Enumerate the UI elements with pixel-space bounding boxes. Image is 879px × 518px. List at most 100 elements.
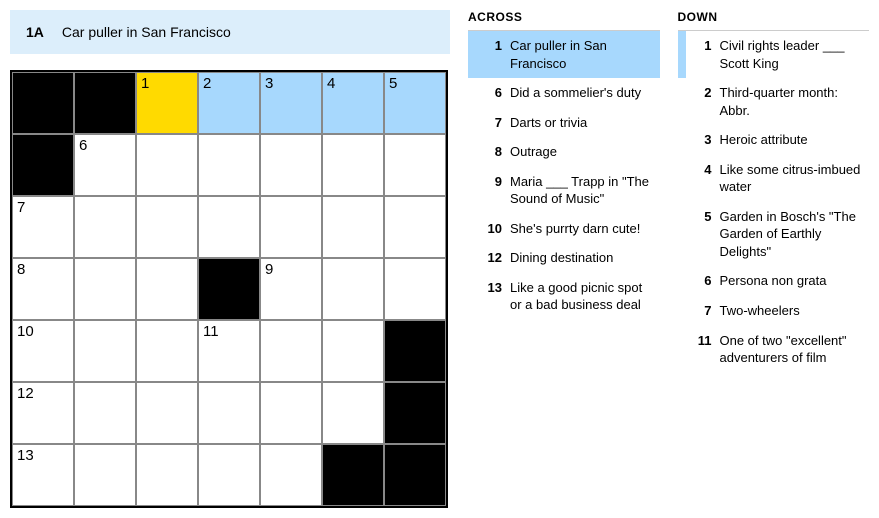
cell-number: 13 [17, 447, 34, 464]
grid-cell[interactable] [136, 382, 198, 444]
cell-number: 1 [141, 75, 149, 92]
grid-cell[interactable]: 10 [12, 320, 74, 382]
grid-cell[interactable] [384, 258, 446, 320]
clue-text: Like a good picnic spot or a bad busines… [510, 279, 652, 314]
grid-cell[interactable]: 12 [12, 382, 74, 444]
grid-cell[interactable] [198, 196, 260, 258]
grid-cell[interactable] [260, 134, 322, 196]
across-heading: ACROSS [468, 10, 660, 24]
grid-cell[interactable] [198, 382, 260, 444]
clue-number: 7 [480, 114, 502, 132]
clue-text: One of two "excellent" adventurers of fi… [720, 332, 862, 367]
grid-cell[interactable]: 7 [12, 196, 74, 258]
grid-cell[interactable]: 1 [136, 72, 198, 134]
crossword-grid: 12345678910111213 [12, 72, 446, 506]
clue-text: Garden in Bosch's "The Garden of Earthly… [720, 208, 862, 261]
grid-cell-block [384, 382, 446, 444]
grid-cell-block [12, 72, 74, 134]
grid-cell[interactable] [322, 134, 384, 196]
grid-cell[interactable] [260, 444, 322, 506]
cell-number: 4 [327, 75, 335, 92]
grid-cell[interactable] [136, 196, 198, 258]
clue-number: 5 [690, 208, 712, 261]
across-clue-list[interactable]: 1Car puller in San Francisco6Did a somme… [468, 30, 660, 466]
down-clue-4[interactable]: 4Like some citrus-imbued water [678, 155, 870, 202]
grid-cell[interactable] [136, 258, 198, 320]
grid-cell[interactable] [74, 258, 136, 320]
grid-cell[interactable]: 3 [260, 72, 322, 134]
clue-number: 7 [690, 302, 712, 320]
grid-cell[interactable] [198, 444, 260, 506]
cell-number: 2 [203, 75, 211, 92]
down-clue-1[interactable]: 1Civil rights leader ___ Scott King [678, 31, 870, 78]
clue-number: 11 [690, 332, 712, 367]
grid-cell[interactable] [74, 382, 136, 444]
clue-number: 8 [480, 143, 502, 161]
grid-cell[interactable]: 2 [198, 72, 260, 134]
clue-number: 1 [480, 37, 502, 72]
down-clue-5[interactable]: 5Garden in Bosch's "The Garden of Earthl… [678, 202, 870, 267]
cell-number: 5 [389, 75, 397, 92]
down-clue-3[interactable]: 3Heroic attribute [678, 125, 870, 155]
across-clue-12[interactable]: 12Dining destination [468, 243, 660, 273]
grid-cell[interactable] [136, 320, 198, 382]
grid-cell[interactable] [74, 320, 136, 382]
grid-cell[interactable] [260, 320, 322, 382]
grid-cell[interactable]: 5 [384, 72, 446, 134]
grid-cell[interactable]: 11 [198, 320, 260, 382]
down-column: DOWN 1Civil rights leader ___ Scott King… [678, 10, 870, 508]
clue-number: 10 [480, 220, 502, 238]
grid-cell[interactable]: 9 [260, 258, 322, 320]
grid-cell[interactable] [322, 320, 384, 382]
across-clue-13[interactable]: 13Like a good picnic spot or a bad busin… [468, 273, 660, 320]
clue-number: 3 [690, 131, 712, 149]
cell-number: 12 [17, 385, 34, 402]
across-clue-9[interactable]: 9Maria ___ Trapp in "The Sound of Music" [468, 167, 660, 214]
down-clue-list[interactable]: 1Civil rights leader ___ Scott King2Thir… [678, 30, 870, 466]
across-column: ACROSS 1Car puller in San Francisco6Did … [468, 10, 660, 508]
clue-text: Civil rights leader ___ Scott King [720, 37, 862, 72]
grid-cell[interactable] [384, 196, 446, 258]
grid-cell[interactable]: 13 [12, 444, 74, 506]
grid-cell[interactable] [136, 444, 198, 506]
down-clue-2[interactable]: 2Third-quarter month: Abbr. [678, 78, 870, 125]
grid-cell[interactable] [384, 134, 446, 196]
cell-number: 8 [17, 261, 25, 278]
grid-cell[interactable] [74, 196, 136, 258]
cell-number: 7 [17, 199, 25, 216]
down-heading: DOWN [678, 10, 870, 24]
grid-cell[interactable] [322, 196, 384, 258]
across-clue-7[interactable]: 7 Darts or trivia [468, 108, 660, 138]
grid-cell[interactable] [322, 382, 384, 444]
grid-cell[interactable]: 8 [12, 258, 74, 320]
clue-text: Did a sommelier's duty [510, 84, 652, 102]
grid-cell[interactable]: 4 [322, 72, 384, 134]
crossword-layout: 1A Car puller in San Francisco 123456789… [10, 10, 869, 508]
current-clue-bar[interactable]: 1A Car puller in San Francisco [10, 10, 450, 54]
grid-cell[interactable] [260, 196, 322, 258]
clue-lists: ACROSS 1Car puller in San Francisco6Did … [468, 10, 869, 508]
grid-cell[interactable] [198, 134, 260, 196]
grid-cell[interactable] [136, 134, 198, 196]
grid-cell-block [384, 320, 446, 382]
across-clue-6[interactable]: 6Did a sommelier's duty [468, 78, 660, 108]
clue-text: Darts or trivia [510, 114, 652, 132]
grid-cell[interactable]: 6 [74, 134, 136, 196]
clue-text: Third-quarter month: Abbr. [720, 84, 862, 119]
clue-text: Persona non grata [720, 272, 862, 290]
across-clue-8[interactable]: 8Outrage [468, 137, 660, 167]
down-clue-7[interactable]: 7Two-wheelers [678, 296, 870, 326]
grid-cell[interactable] [260, 382, 322, 444]
across-clue-1[interactable]: 1Car puller in San Francisco [468, 31, 660, 78]
clue-number: 9 [480, 173, 502, 208]
cell-number: 11 [203, 323, 219, 340]
grid-cell[interactable] [322, 258, 384, 320]
clue-text: She's purrty darn cute! [510, 220, 652, 238]
clue-number: 13 [480, 279, 502, 314]
down-clue-6[interactable]: 6Persona non grata [678, 266, 870, 296]
cell-number: 6 [79, 137, 87, 154]
grid-cell[interactable] [74, 444, 136, 506]
across-clue-10[interactable]: 10 She's purrty darn cute! [468, 214, 660, 244]
current-clue-text: Car puller in San Francisco [62, 24, 231, 40]
down-clue-11[interactable]: 11One of two "excellent" adventurers of … [678, 326, 870, 373]
